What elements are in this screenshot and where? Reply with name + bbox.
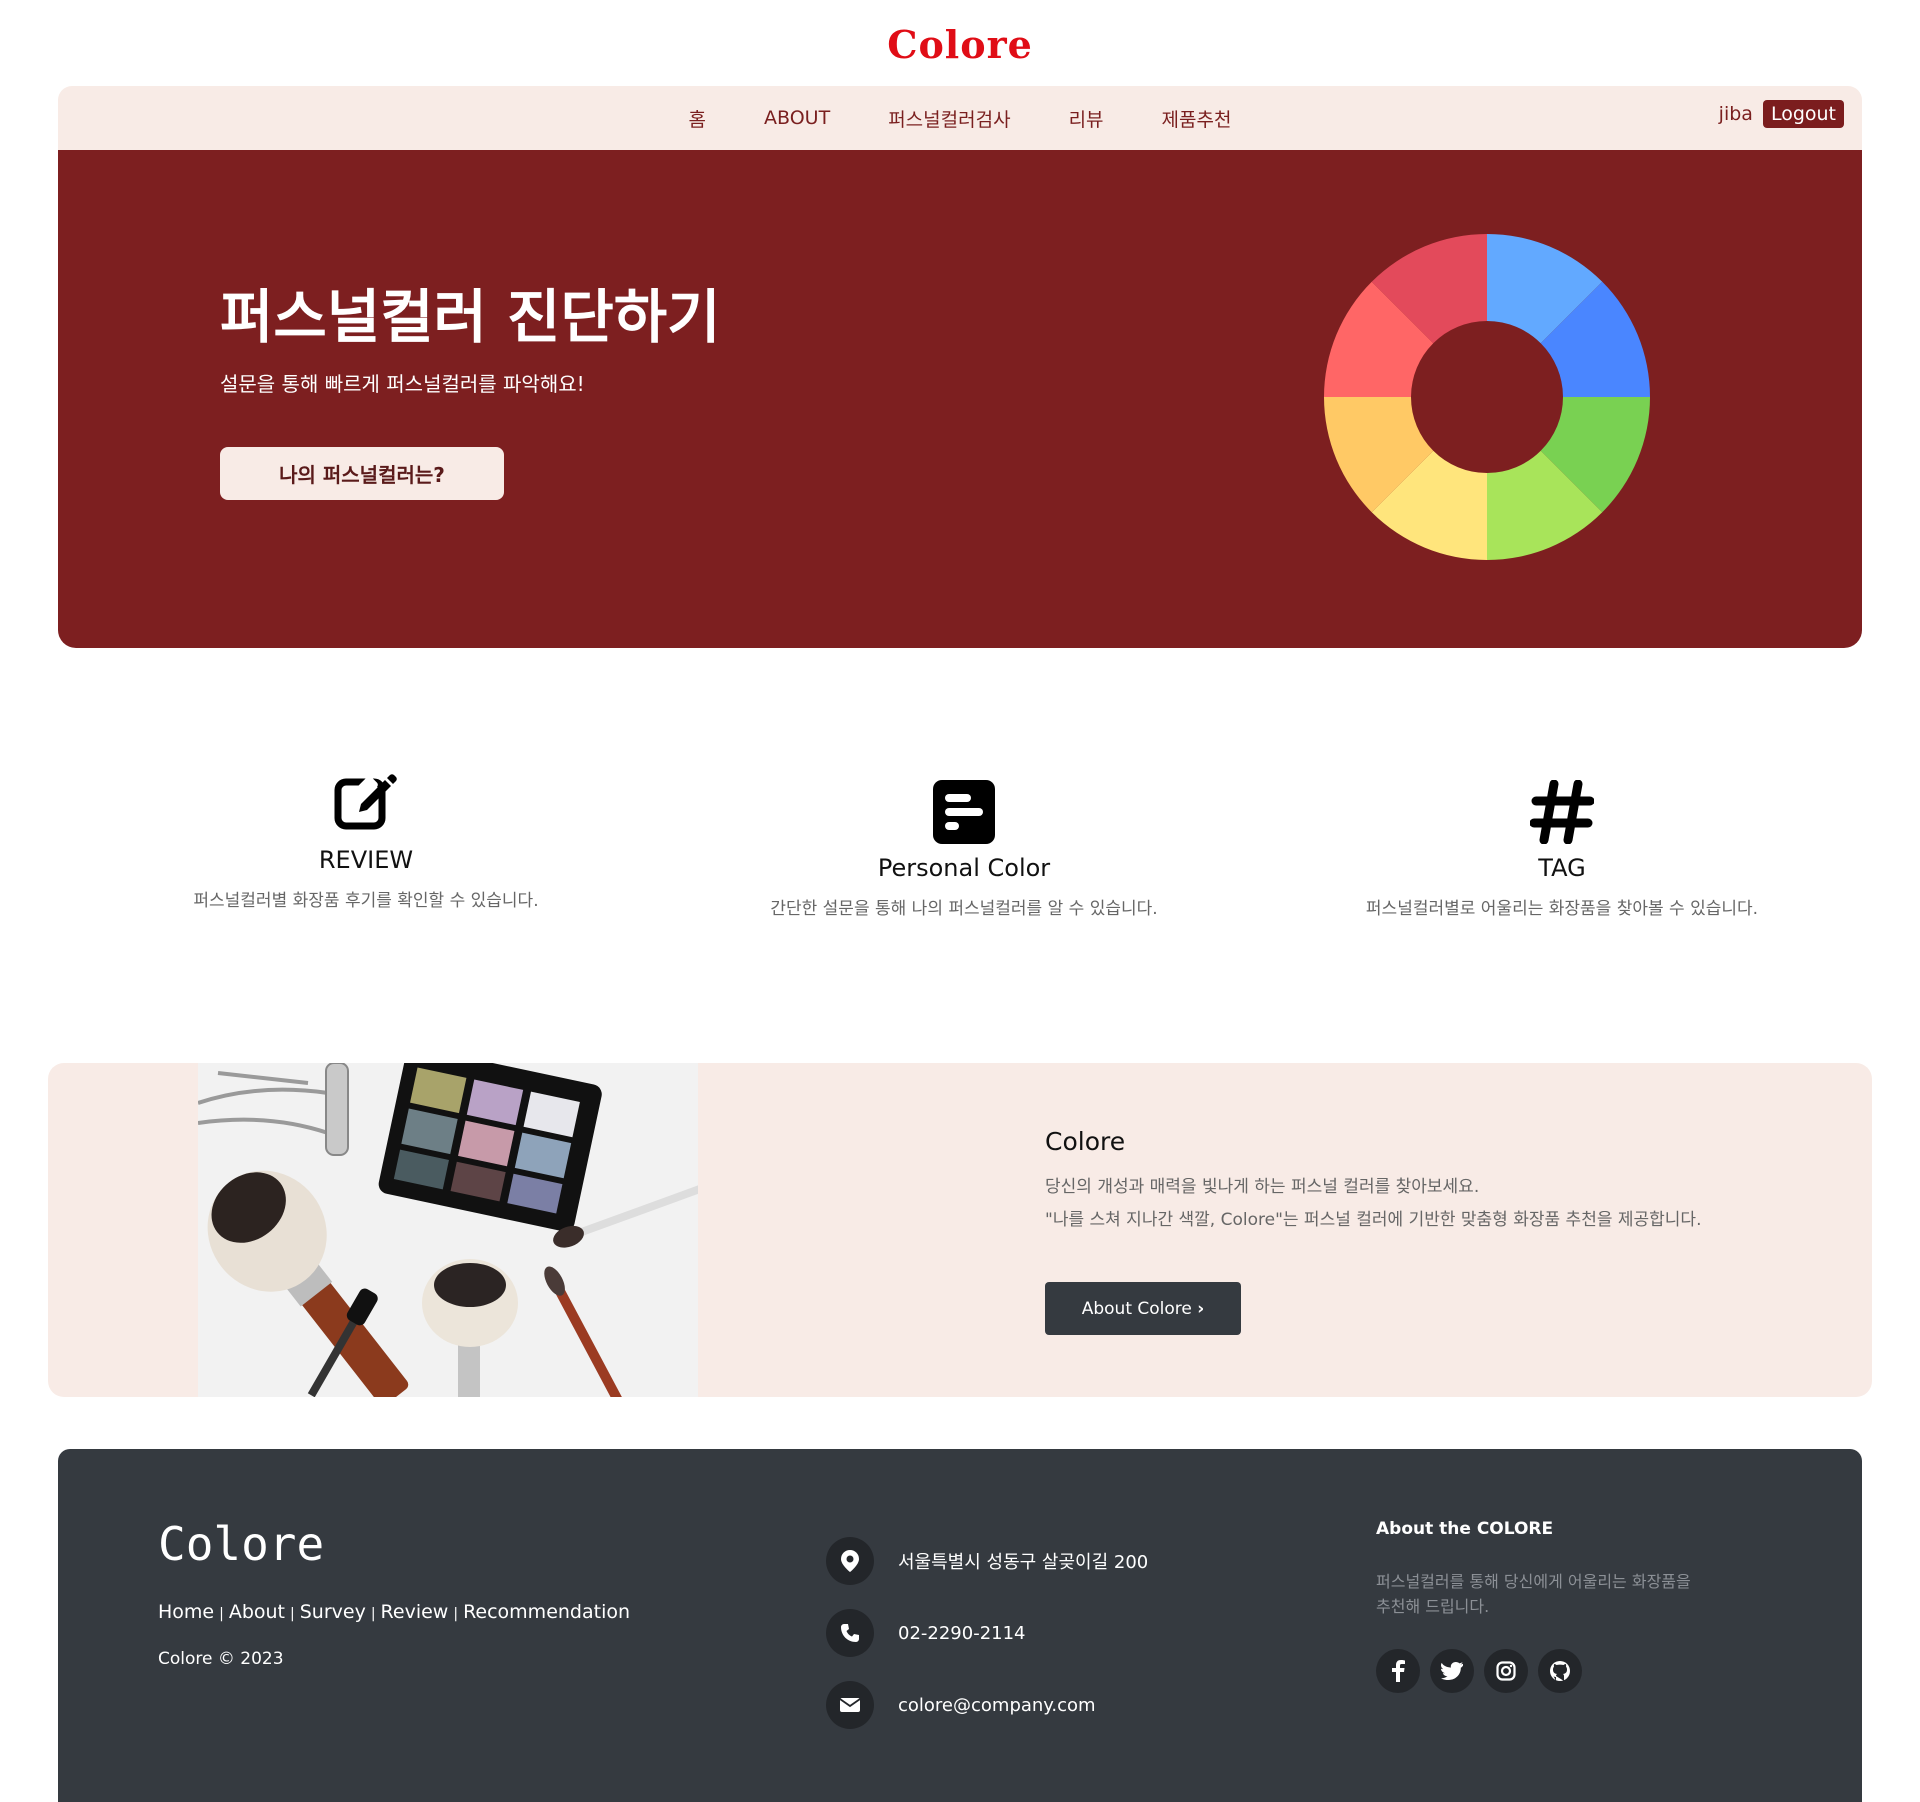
feature-tag: TAG 퍼스널컬러별로 어울리는 화장품을 찾아볼 수 있습니다. xyxy=(1282,780,1842,919)
nav-links: 홈 ABOUT 퍼스널컬러검사 리뷰 제품추천 xyxy=(58,86,1862,150)
navbar: 홈 ABOUT 퍼스널컬러검사 리뷰 제품추천 jiba Logout xyxy=(58,86,1862,150)
map-marker-icon xyxy=(826,1537,874,1585)
logout-button[interactable]: Logout xyxy=(1762,100,1844,128)
about-section: Colore 당신의 개성과 매력을 빛나게 하는 퍼스널 컬러를 찾아보세요.… xyxy=(48,1063,1872,1397)
footer-about-title: About the COLORE xyxy=(1376,1519,1554,1539)
about-text: 당신의 개성과 매력을 빛나게 하는 퍼스널 컬러를 찾아보세요. "나를 스쳐… xyxy=(1045,1171,1701,1237)
feature-title: REVIEW xyxy=(318,846,414,874)
hero-subtitle: 설문을 통해 빠르게 퍼스널컬러를 파악해요! xyxy=(220,372,585,396)
about-title: Colore xyxy=(1045,1127,1126,1156)
start-survey-button[interactable]: 나의 퍼스널컬러는? xyxy=(220,447,504,500)
about-colore-label: About Colore xyxy=(1081,1298,1192,1319)
user-name: jiba xyxy=(1718,103,1753,125)
feature-title: TAG xyxy=(1538,854,1586,882)
envelope-icon xyxy=(826,1681,874,1729)
user-area: jiba Logout xyxy=(1719,100,1844,128)
footer-copyright: Colore © 2023 xyxy=(158,1649,284,1669)
edit-icon xyxy=(334,774,397,830)
about-colore-button[interactable]: About Colore › xyxy=(1045,1282,1241,1335)
site-logo[interactable]: Colore xyxy=(0,22,1920,67)
nav-item-about[interactable]: ABOUT xyxy=(764,107,830,129)
feature-personal-color: Personal Color 간단한 설문을 통해 나의 퍼스널컬러를 알 수 … xyxy=(684,780,1244,919)
contact-phone: 02-2290-2114 xyxy=(826,1609,1026,1657)
poll-icon xyxy=(933,780,995,844)
footer-about-text: 퍼스널컬러를 통해 당신에게 어울리는 화장품을 추천해 드립니다. xyxy=(1376,1572,1691,1616)
social-links xyxy=(1376,1649,1582,1693)
instagram-icon[interactable] xyxy=(1484,1649,1528,1693)
feature-desc: 퍼스널컬러별 화장품 후기를 확인할 수 있습니다. xyxy=(193,891,539,911)
github-icon[interactable] xyxy=(1538,1649,1582,1693)
address-text: 서울특별시 성동구 살곶이길 200 xyxy=(898,1552,1149,1573)
feature-title: Personal Color xyxy=(877,854,1051,882)
feature-desc: 간단한 설문을 통해 나의 퍼스널컬러를 알 수 있습니다. xyxy=(770,899,1158,919)
footer-logo: Colore xyxy=(158,1517,325,1571)
hashtag-icon xyxy=(1530,780,1594,844)
nav-item-review[interactable]: 리뷰 xyxy=(1069,105,1104,132)
footer-link-about[interactable]: About xyxy=(229,1601,285,1623)
features-section: REVIEW 퍼스널컬러별 화장품 후기를 확인할 수 있습니다. Person… xyxy=(0,770,1920,970)
email-text[interactable]: colore@company.com xyxy=(898,1695,1096,1716)
footer-link-home[interactable]: Home xyxy=(158,1601,214,1623)
footer-link-review[interactable]: Review xyxy=(381,1601,449,1623)
contact-address: 서울특별시 성동구 살곶이길 200 xyxy=(826,1537,1148,1585)
contact-email: colore@company.com xyxy=(826,1681,1096,1729)
twitter-icon[interactable] xyxy=(1430,1649,1474,1693)
facebook-icon[interactable] xyxy=(1376,1649,1420,1693)
color-wheel-graphic xyxy=(1324,234,1650,560)
nav-item-home[interactable]: 홈 xyxy=(689,105,706,132)
hero-banner: 퍼스널컬러 진단하기 설문을 통해 빠르게 퍼스널컬러를 파악해요! 나의 퍼스… xyxy=(58,150,1862,648)
chevron-right-icon: › xyxy=(1197,1298,1205,1319)
footer: Colore Home | About | Survey | Review | Recommen… xyxy=(58,1449,1862,1802)
makeup-photo xyxy=(197,1063,706,1397)
footer-link-survey[interactable]: Survey xyxy=(300,1601,366,1623)
nav-item-recommend[interactable]: 제품추천 xyxy=(1162,105,1232,132)
hero-title: 퍼스널컬러 진단하기 xyxy=(220,283,721,351)
phone-icon xyxy=(826,1609,874,1657)
footer-links: Home | About | Survey | Review | Recommendation xyxy=(158,1601,631,1623)
feature-desc: 퍼스널컬러별로 어울리는 화장품을 찾아볼 수 있습니다. xyxy=(1365,899,1759,919)
feature-review: REVIEW 퍼스널컬러별 화장품 후기를 확인할 수 있습니다. xyxy=(86,770,646,911)
nav-item-survey[interactable]: 퍼스널컬러검사 xyxy=(888,105,1010,132)
about-line-2: "나를 스쳐 지나간 색깔, Colore"는 퍼스널 컬러에 기반한 맞춤형 … xyxy=(1045,1210,1702,1230)
phone-text: 02-2290-2114 xyxy=(898,1622,1026,1644)
about-line-1: 당신의 개성과 매력을 빛나게 하는 퍼스널 컬러를 찾아보세요. xyxy=(1045,1177,1480,1197)
footer-link-recommendation[interactable]: Recommendation xyxy=(463,1601,630,1623)
